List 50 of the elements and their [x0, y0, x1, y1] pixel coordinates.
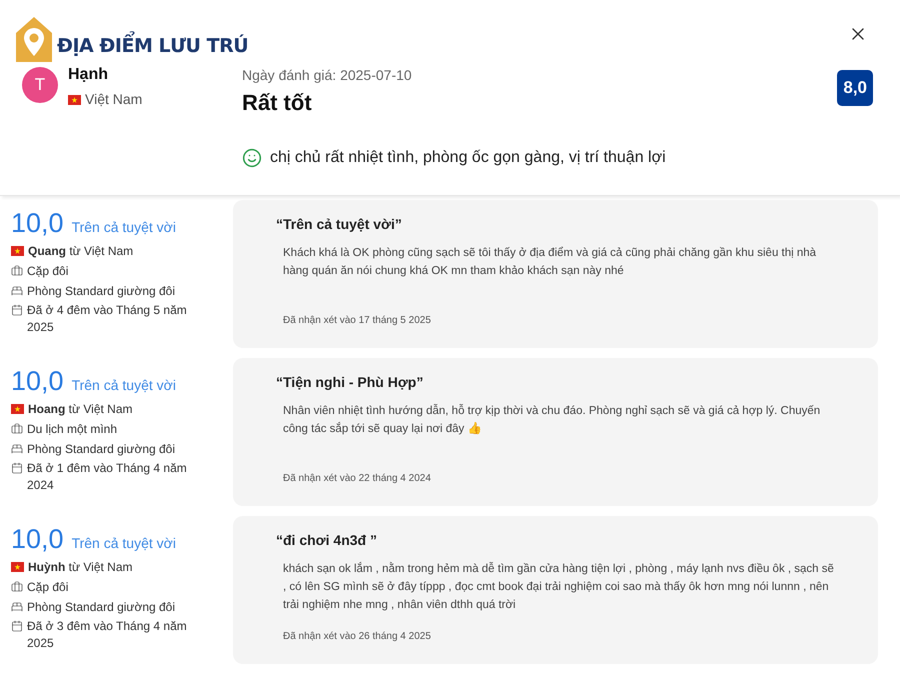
reviewer-info: Hoang từ Việt Nam [28, 401, 133, 418]
stay-info: Đã ở 4 đêm vào Tháng 5 năm 2025 [27, 302, 188, 336]
traveler-type: Cặp đôi [27, 579, 68, 596]
reviewed-date: Đã nhận xét vào 17 tháng 5 2025 [282, 314, 432, 328]
stay-info: Đã ở 1 đêm vào Tháng 4 năm 2024 [27, 460, 188, 494]
location-pin-house-icon [15, 16, 53, 64]
bed-icon [11, 285, 23, 297]
calendar-icon [11, 462, 23, 474]
score-label: Trên cả tuyệt vời [72, 218, 176, 237]
bed-icon [11, 443, 23, 455]
briefcase-icon [11, 581, 23, 593]
calendar-icon [11, 304, 23, 316]
room-type: Phòng Standard giường đôi [27, 283, 176, 300]
review-body: khách sạn ok lắm , nằm trong hẻm mà dễ tìm gần cửa hàng tiện lợi , phòng , máy lạnh nvs điều ôk , sạch sẽ , có lên SG mình sẽ ở đây típpp , đọc cmt book đại trải nghiệm coi sao mà thấy ôk hơn mng nói lunnn , nên trải nghiệm nhe mng , nhân viên dthh quá trời [282, 561, 835, 613]
stay-info: Đã ở 3 đêm vào Tháng 4 năm 2025 [27, 618, 188, 652]
reviewer-info: Huỳnh từ Việt Nam [28, 559, 133, 576]
briefcase-icon [11, 265, 23, 277]
rating-label: Rất tốt [242, 89, 313, 117]
flag-icon [11, 562, 24, 572]
traveler-type: Du lịch một mình [27, 421, 118, 438]
flag-icon [68, 94, 81, 104]
bed-icon [11, 601, 23, 613]
traveler-type: Cặp đôi [27, 263, 68, 280]
score-badge: 8,0 [837, 70, 873, 106]
score-label: Trên cả tuyệt vời [72, 376, 176, 395]
review-score: 10,0 [11, 526, 64, 553]
reviewer-country: Việt Nam [85, 90, 142, 109]
briefcase-icon [11, 423, 23, 435]
review-body: Khách khá là OK phòng cũng sạch sẽ tôi thấy ở địa điểm và giá cả cũng phải chăng gần khu siêu thị nhà hàng quán ăn nói chung khá OK mn tham khảo khách sạn này nhé [282, 246, 818, 279]
positive-comment: chị chủ rất nhiệt tình, phòng ốc gọn gàng, vị trí thuận lợi [270, 148, 666, 168]
review-body: Nhân viên nhiệt tình hướng dẫn, hỗ trợ kịp thời và chu đáo. Phòng nghỉ sạch sẽ và giá cả hợp lý. Chuyến công tác sắp tới sẽ quay lại nơi đây 👍 [282, 403, 822, 437]
review-date: Ngày đánh giá: 2025-07-10 [242, 66, 412, 85]
smile-icon [242, 148, 262, 168]
flag-icon [11, 246, 24, 256]
flag-icon [11, 404, 24, 414]
reviewer-info: Quang từ Việt Nam [28, 243, 134, 260]
room-type: Phòng Standard giường đôi [27, 441, 176, 458]
review-title: “đi chơi 4n3đ ” [276, 531, 378, 550]
room-type: Phòng Standard giường đôi [27, 599, 176, 616]
calendar-icon [11, 620, 23, 632]
reviewed-date: Đã nhận xét vào 26 tháng 4 2025 [282, 630, 432, 644]
review-score: 10,0 [11, 210, 64, 237]
reviewed-date: Đã nhận xét vào 22 tháng 4 2024 [282, 472, 432, 486]
avatar: T [22, 67, 58, 103]
review-title: “Tiện nghi - Phù Hợp” [276, 373, 424, 392]
reviewer-name: Hạnh [68, 65, 109, 85]
review-score: 10,0 [11, 368, 64, 395]
logo-text: ĐỊA ĐIỂM LƯU TRÚ [57, 32, 248, 60]
score-label: Trên cả tuyệt vời [72, 534, 176, 553]
review-title: “Trên cả tuyệt vời” [276, 215, 403, 234]
